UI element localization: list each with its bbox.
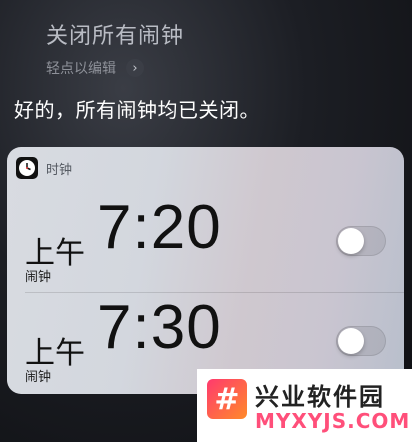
alarm-label: 闹钟 [25, 270, 52, 285]
alarm-label: 闹钟 [25, 370, 52, 385]
watermark-title: 兴业软件园 [255, 383, 385, 411]
watermark-url: MYXYJS.COM [255, 409, 411, 433]
clock-app-icon [16, 157, 38, 179]
alarm-toggle[interactable] [336, 226, 386, 256]
alarm-row: 上午 7:20 闹钟 [7, 192, 404, 292]
siri-query[interactable]: 关闭所有闹钟 [46, 18, 184, 50]
alarm-toggle[interactable] [336, 326, 386, 356]
siri-response: 好的，所有闹钟均已关闭。 [14, 98, 260, 122]
alarm-time: 7:30 [97, 293, 222, 362]
site-watermark: # 兴业软件园 MYXYJS.COM [197, 369, 412, 442]
alarm-time: 7:20 [97, 193, 222, 262]
watermark-logo-icon: # [207, 379, 247, 419]
app-name: 时钟 [46, 162, 73, 178]
card-header: 时钟 [16, 157, 72, 179]
clock-alarms-card[interactable]: 时钟 上午 7:20 闹钟 上午 7:30 闹钟 [7, 147, 404, 394]
chevron-right-icon[interactable]: › [126, 59, 144, 77]
tap-to-edit-row[interactable]: 轻点以编辑 › [46, 58, 144, 78]
toggle-knob [338, 328, 364, 354]
toggle-knob [338, 228, 364, 254]
tap-to-edit-label: 轻点以编辑 [46, 61, 116, 77]
